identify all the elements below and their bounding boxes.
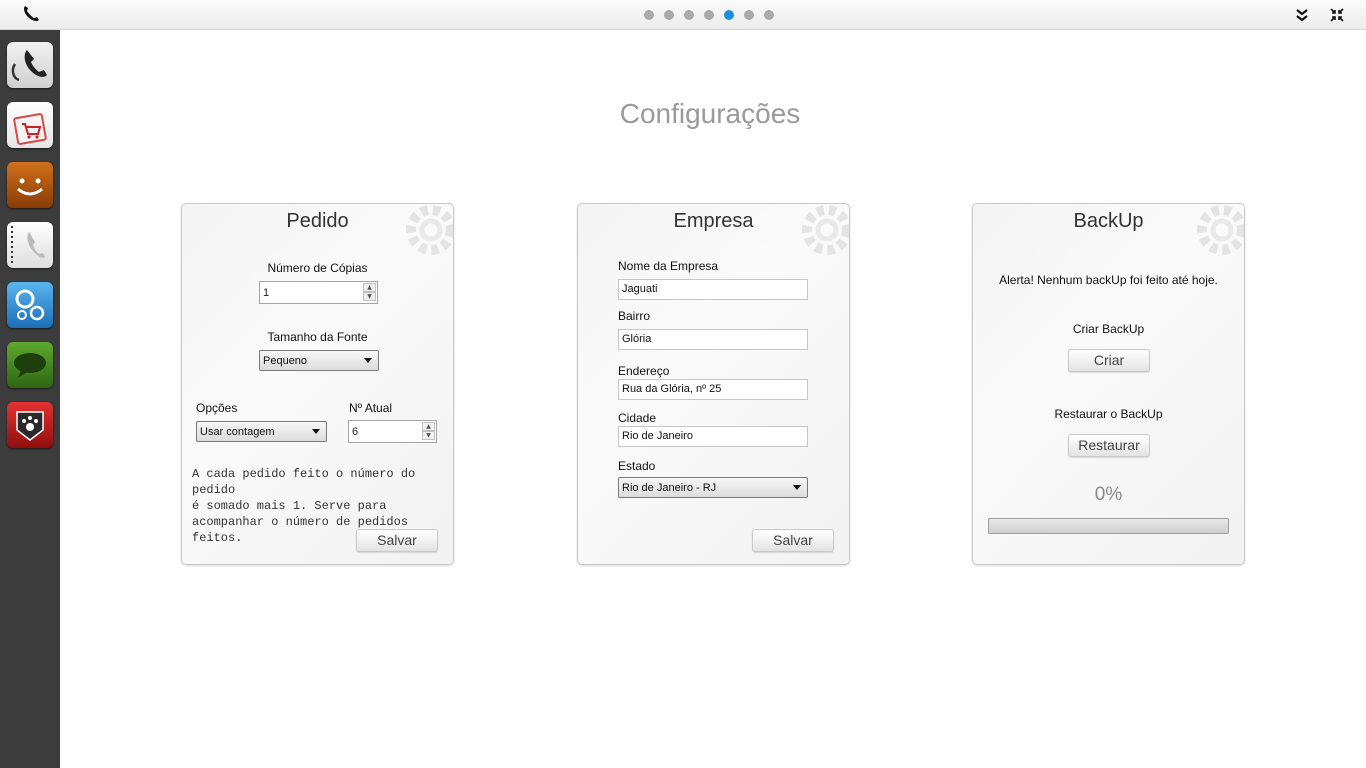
page-dot-6[interactable] [744, 10, 754, 20]
speech-bubble-icon [14, 353, 46, 378]
top-bar [0, 0, 1366, 30]
font-size-value: Pequeno [263, 355, 308, 367]
page-dot-7[interactable] [764, 10, 774, 20]
current-number-label: Nº Atual [349, 401, 393, 415]
pedido-title: Pedido [286, 210, 349, 232]
chevron-down-icon [364, 358, 372, 363]
smiley-app[interactable] [7, 162, 53, 208]
current-number-decrement[interactable]: ▼ [422, 431, 435, 440]
pedido-save-button[interactable]: Salvar [356, 529, 438, 552]
settings-app[interactable] [7, 282, 53, 328]
progress-percent: 0% [1094, 484, 1123, 505]
restore-backup-button[interactable]: Restaurar [1068, 434, 1150, 457]
pedido-description-line-3: acompanhar o número de pedidos [192, 515, 409, 529]
notebook-app[interactable] [7, 222, 53, 268]
options-select[interactable]: Usar contagem [196, 421, 327, 442]
smiley-face-icon [17, 178, 43, 196]
copies-label: Número de Cópias [267, 261, 368, 275]
current-number-value: 6 [352, 426, 359, 438]
state-select[interactable]: Rio de Janeiro - RJ [618, 477, 808, 498]
empresa-title: Empresa [673, 210, 754, 232]
page-dot-3[interactable] [684, 10, 694, 20]
empresa-panel: Empresa Nome da Empresa Jaguati Bairro G… [577, 203, 850, 565]
chevron-down-icon [793, 485, 801, 490]
font-size-label: Tamanho da Fonte [267, 330, 368, 344]
page-title: Configurações [619, 98, 801, 129]
city-field[interactable]: Rio de Janeiro [618, 426, 808, 447]
options-label: Opções [196, 401, 238, 415]
create-backup-button[interactable]: Criar [1068, 349, 1150, 372]
empresa-save-button[interactable]: Salvar [752, 529, 834, 552]
phone-handset-icon[interactable] [21, 4, 41, 24]
shopping-bag-app[interactable] [7, 102, 53, 148]
pedido-description-line-1: A cada pedido feito o número do pedido [192, 467, 416, 497]
notebook-phone-icon [11, 226, 45, 264]
backup-progress-bar [988, 518, 1229, 534]
collapse-arrows-icon[interactable] [1329, 7, 1345, 23]
page-dot-4[interactable] [704, 10, 714, 20]
copies-value: 1 [263, 287, 270, 299]
district-label: Bairro [618, 309, 651, 323]
address-field[interactable]: Rua da Glória, nº 25 [618, 379, 808, 400]
backup-panel: BackUp Alerta! Nenhum backUp foi feito a… [972, 203, 1245, 565]
state-value: Rio de Janeiro - RJ [622, 482, 717, 494]
page-indicator [644, 10, 774, 20]
copies-increment[interactable]: ▲ [363, 283, 376, 292]
messages-app[interactable] [7, 342, 53, 388]
current-number-stepper[interactable]: 6 ▲ ▼ [348, 420, 437, 443]
phone-handset-icon [11, 50, 47, 82]
copies-decrement[interactable]: ▼ [363, 292, 376, 301]
page-dot-1[interactable] [644, 10, 654, 20]
backup-title: BackUp [1073, 210, 1144, 232]
options-value: Usar contagem [200, 426, 275, 438]
jaguar-app[interactable] [7, 402, 53, 448]
font-size-select[interactable]: Pequeno [259, 350, 379, 371]
restore-backup-label: Restaurar o BackUp [1054, 407, 1163, 421]
copies-stepper[interactable]: 1 ▲ ▼ [259, 281, 378, 304]
pedido-panel: Pedido Número de Cópias 1 ▲ ▼ Tamanho da… [181, 203, 454, 565]
paw-badge-icon [16, 411, 44, 441]
create-backup-label: Criar BackUp [1072, 322, 1145, 336]
chevron-down-icon [312, 429, 320, 434]
app-dock-sidebar [0, 30, 60, 768]
state-label: Estado [618, 459, 656, 473]
gears-icon [15, 289, 45, 321]
company-name-label: Nome da Empresa [618, 259, 719, 273]
shopping-cart-icon [13, 113, 47, 145]
double-chevron-down-icon[interactable] [1294, 7, 1310, 23]
city-label: Cidade [618, 411, 657, 425]
backup-alert-text: Alerta! Nenhum backUp foi feito até hoje… [999, 273, 1218, 287]
company-name-field[interactable]: Jaguati [618, 279, 808, 300]
page-dot-2[interactable] [664, 10, 674, 20]
pedido-description-line-2: é somado mais 1. Serve para [192, 499, 387, 513]
page-dot-5-active[interactable] [724, 10, 734, 20]
district-field[interactable]: Glória [618, 329, 808, 350]
current-number-increment[interactable]: ▲ [422, 422, 435, 431]
phone-manager-app[interactable] [7, 42, 53, 88]
address-label: Endereço [618, 364, 670, 378]
